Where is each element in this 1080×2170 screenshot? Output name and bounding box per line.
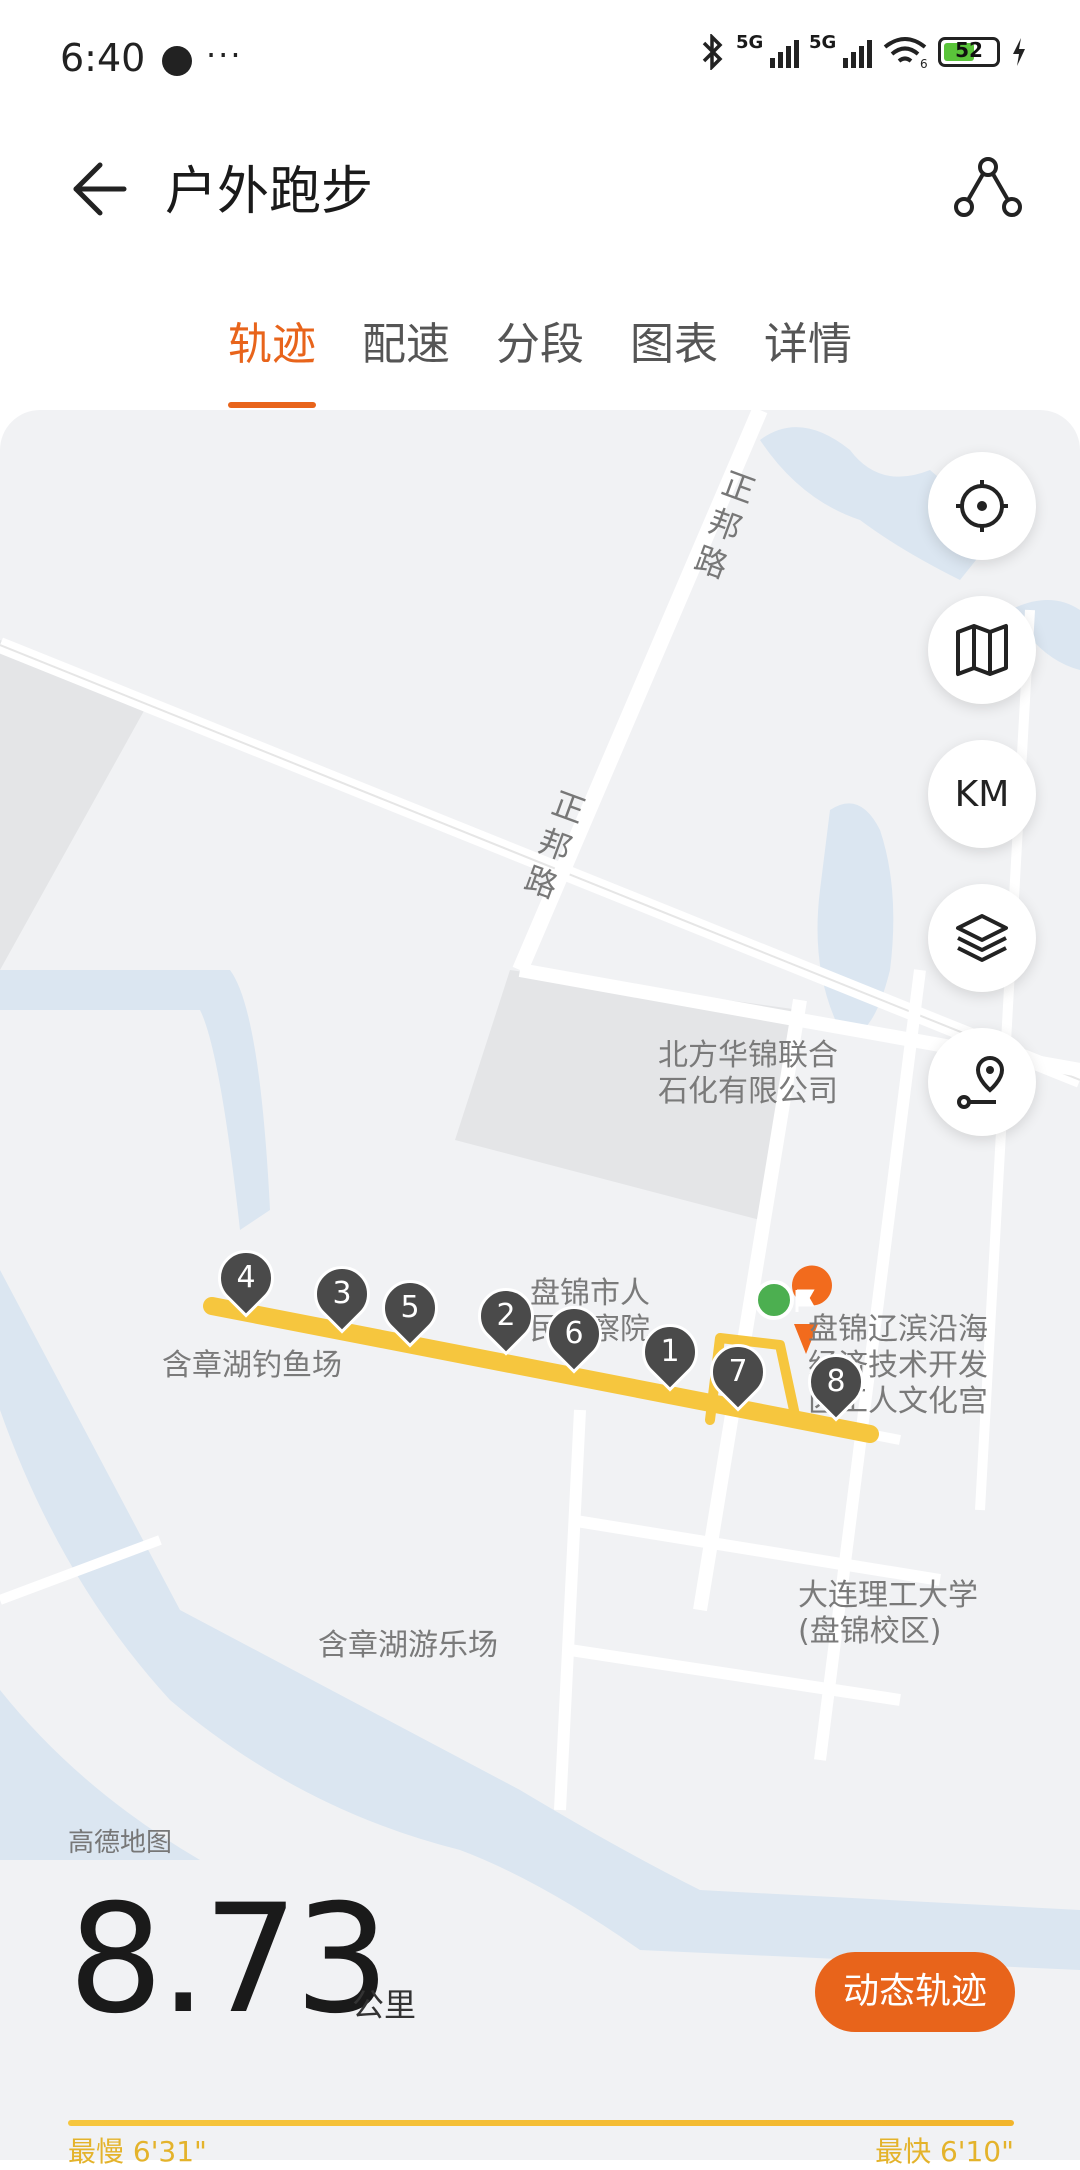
status-icons: 5G 5G 6 52 [698,32,1028,70]
map-icon [956,624,1008,676]
km-toggle-button[interactable]: KM [928,740,1036,848]
charging-icon [1013,38,1025,66]
place-label: 含章湖游乐场 [318,1628,498,1663]
distance-unit: 公里 [352,1986,417,2024]
tab-pace[interactable]: 配速 [362,300,450,390]
tab-details[interactable]: 详情 [764,300,852,390]
km-marker[interactable]: 4 [206,1238,286,1328]
locate-icon [956,480,1008,532]
route-share-icon[interactable] [952,151,1022,221]
notification-icon [162,46,192,76]
km-marker[interactable]: 2 [466,1276,546,1366]
status-time: 6:40 [60,36,146,80]
distance-value: 8.73 [68,1873,390,2047]
more-notifications-icon: ··· [206,36,243,74]
tab-bar: 轨迹 配速 分段 图表 详情 [0,300,1080,408]
km-marker[interactable]: 1 [630,1312,710,1402]
route-pin-icon [957,1055,1005,1109]
km-marker[interactable]: 8 [796,1342,876,1432]
dynamic-track-button[interactable]: 动态轨迹 [815,1952,1015,2032]
fastest-pace: 最快 6'10" [875,2135,1014,2168]
km-marker[interactable]: 6 [534,1294,614,1384]
place-label: 含章湖钓鱼场 [162,1348,342,1383]
header: 户外跑步 [0,125,1080,245]
layers-button[interactable] [928,884,1036,992]
tab-track[interactable]: 轨迹 [228,300,316,408]
back-icon[interactable] [62,153,132,223]
tab-splits[interactable]: 分段 [496,300,584,390]
km-marker[interactable]: 7 [698,1332,778,1422]
place-label: 北方华锦联合 石化有限公司 [658,1038,838,1109]
locate-button[interactable] [928,452,1036,560]
place-label: 大连理工大学 (盘锦校区) [798,1578,978,1649]
map-type-button[interactable] [928,596,1036,704]
cellular-signal-2-icon: 5G [809,32,872,68]
wifi-icon: 6 [883,37,928,69]
map-source: 高德地图 [68,1828,173,1858]
battery-icon: 52 [938,37,1000,67]
layers-icon [956,914,1008,962]
pace-gradient-bar [68,2120,1014,2126]
km-marker[interactable]: 3 [302,1254,382,1344]
slowest-pace: 最慢 6'31" [68,2135,207,2168]
svg-text:6: 6 [920,57,928,69]
route-pin-button[interactable] [928,1028,1036,1136]
bluetooth-icon [702,34,723,70]
cellular-signal-icon: 5G [736,32,799,68]
page-title: 户外跑步 [165,162,374,222]
status-bar: 6:40 ··· 5G 5G 6 52 [0,0,1080,125]
tab-charts[interactable]: 图表 [630,300,718,390]
km-marker[interactable]: 5 [370,1268,450,1358]
